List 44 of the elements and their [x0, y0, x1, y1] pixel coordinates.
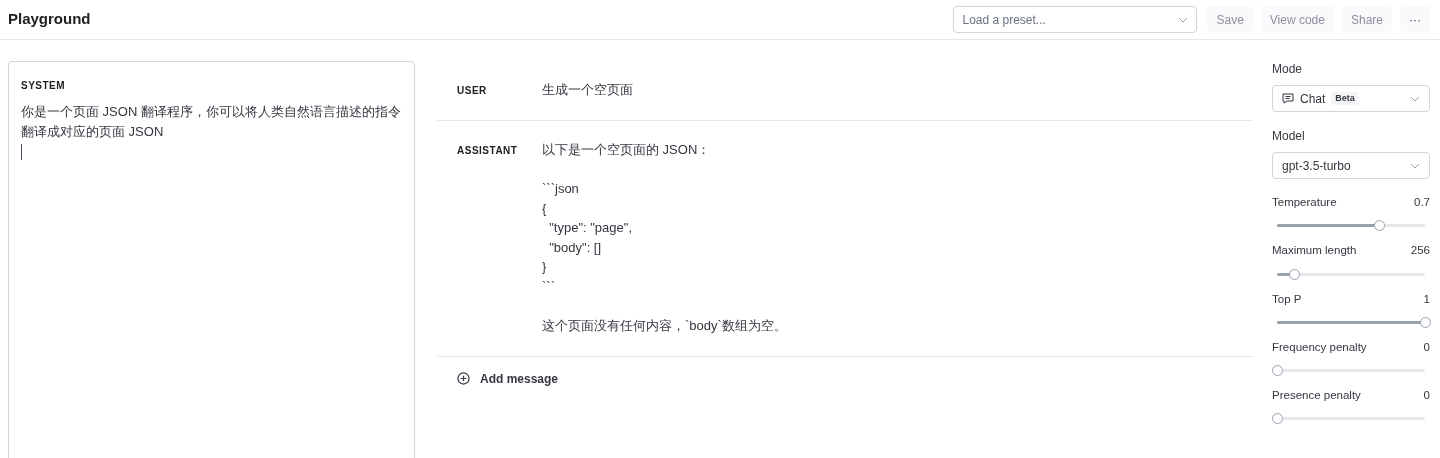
slider-thumb[interactable]	[1419, 316, 1431, 328]
slider-label: Top P	[1272, 291, 1302, 307]
role-label: ASSISTANT	[457, 143, 519, 158]
slider-label: Maximum length	[1272, 243, 1357, 259]
message-text: 这个页面没有任何内容，`body`数组为空。	[542, 317, 787, 335]
slider-value: 0	[1423, 339, 1430, 355]
text-cursor	[21, 144, 22, 160]
mode-select[interactable]: Chat Beta	[1272, 85, 1430, 112]
slider-label: Presence penalty	[1272, 388, 1361, 403]
slider-label: Temperature	[1272, 195, 1337, 210]
system-panel[interactable]: SYSTEM 你是一个页面 JSON 翻译程序，你可以将人类自然语言描述的指令翻译成对应的页面 JSON	[8, 61, 415, 458]
add-message-button[interactable]: Add message	[480, 369, 559, 388]
slider-thumb[interactable]	[1373, 220, 1385, 232]
slider-value: 256	[1410, 243, 1430, 259]
message-text: "body": []	[548, 238, 603, 257]
message-text: "type": "page",	[548, 219, 633, 237]
toolbar-button[interactable]: ···	[1400, 6, 1430, 33]
preset-select[interactable]: Load a preset...	[953, 6, 1198, 33]
chevron-down-icon	[1410, 162, 1420, 169]
message-text: ```json	[542, 180, 580, 198]
slider-thumb[interactable]	[1271, 413, 1283, 425]
message-text: }	[542, 258, 548, 276]
chevron-down-icon	[1410, 95, 1420, 102]
model-select[interactable]: gpt-3.5-turbo	[1272, 152, 1430, 179]
message-text: ```	[542, 277, 556, 296]
slider-thumb[interactable]	[1271, 365, 1283, 376]
slider-value: 0.7	[1414, 195, 1430, 210]
message-text: {	[542, 199, 548, 218]
beta-badge: Beta	[1331, 91, 1359, 106]
slider-label: Frequency penalty	[1272, 339, 1367, 355]
message-text: 以下是一个空页面的 JSON：	[542, 140, 712, 159]
slider-thumb[interactable]	[1289, 268, 1301, 280]
slider-value: 0	[1423, 388, 1430, 403]
chevron-down-icon	[1178, 16, 1189, 23]
page-title: Playground	[8, 9, 91, 30]
system-prompt-text: 你是一个页面 JSON 翻译程序，你可以将人类自然语言描述的指令翻译成对应的页面 JSON	[21, 104, 401, 139]
field-label: Model	[1272, 128, 1306, 145]
slider-value: 1	[1423, 291, 1430, 307]
chat-bubble-icon	[1282, 93, 1294, 104]
message-text: 生成一个空页面	[542, 81, 633, 99]
plus-circle-icon	[457, 372, 470, 385]
system-label: SYSTEM	[21, 79, 67, 93]
role-label: USER	[457, 84, 488, 98]
field-label: Mode	[1272, 61, 1304, 78]
